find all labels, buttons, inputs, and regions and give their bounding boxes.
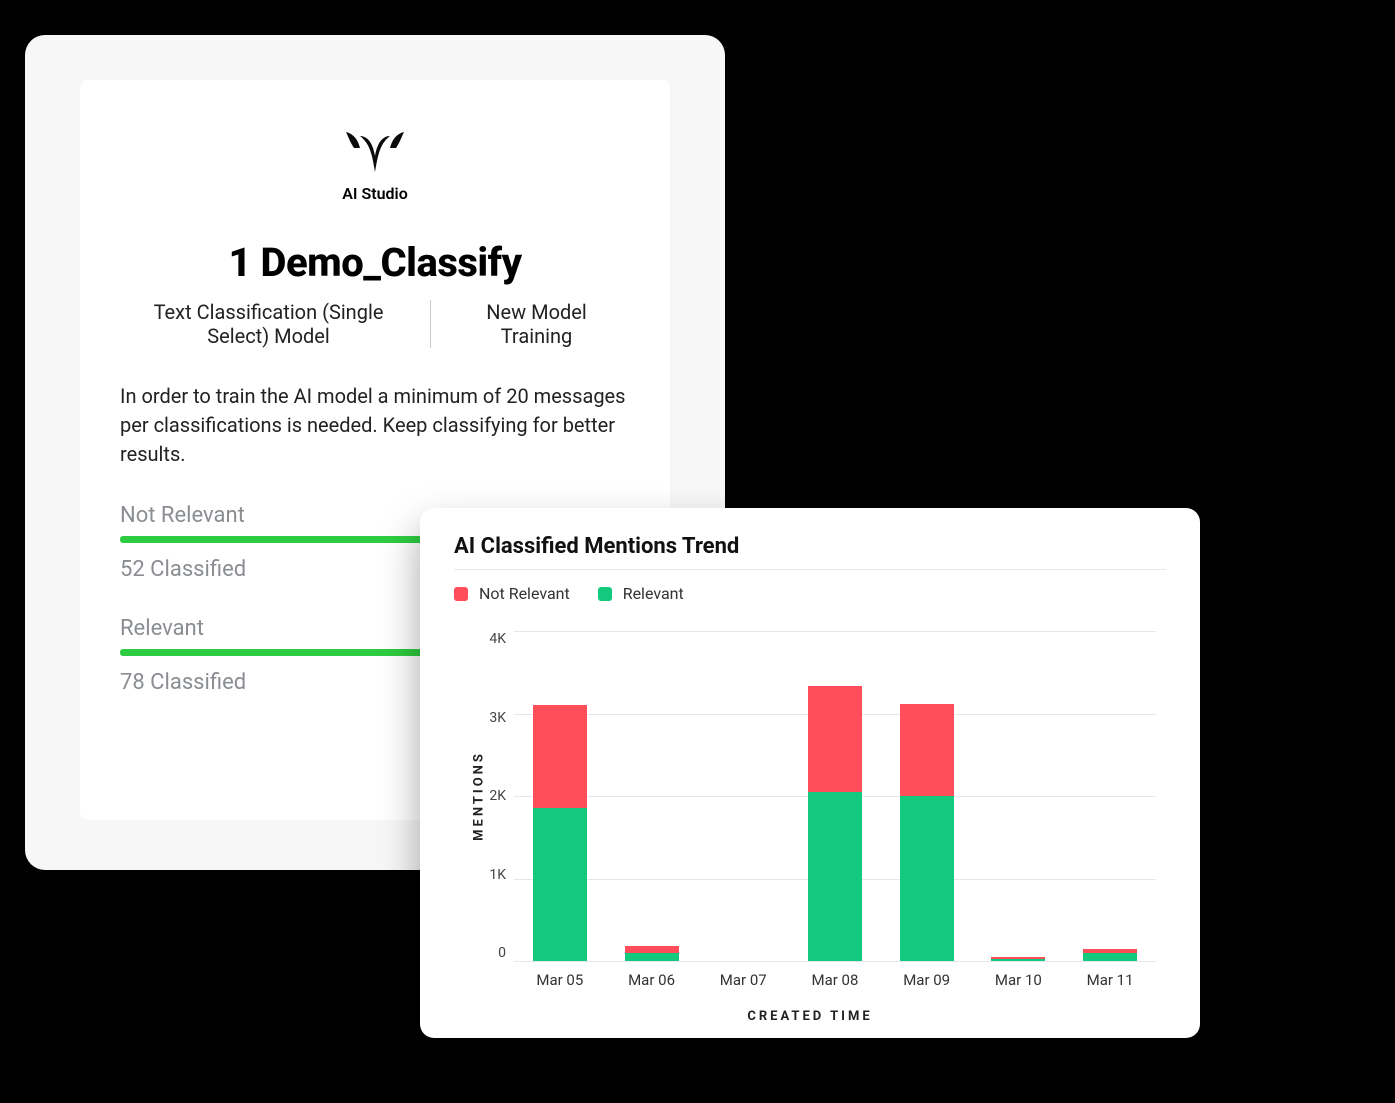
legend-swatch-icon	[454, 587, 468, 601]
model-description: In order to train the AI model a minimum…	[120, 382, 630, 469]
x-axis-ticks: Mar 05 Mar 06 Mar 07 Mar 08 Mar 09 Mar 10 Mar …	[514, 971, 1156, 989]
model-status: New Model Training	[457, 300, 617, 348]
x-axis-title: CREATED TIME	[454, 1009, 1166, 1024]
bar-segment-not-relevant	[900, 704, 954, 796]
y-tick: 3K	[466, 710, 506, 726]
mentions-trend-card: AI Classified Mentions Trend Not Relevan…	[420, 508, 1200, 1038]
chart-rule	[454, 569, 1166, 570]
bar-segment-relevant	[625, 953, 679, 961]
chart-plot: MENTIONS 4K 3K 2K 1K 0	[514, 631, 1156, 961]
bar-segment-relevant	[808, 792, 862, 961]
x-tick: Mar 10	[991, 971, 1045, 989]
y-tick: 1K	[466, 867, 506, 883]
y-axis-ticks: 4K 3K 2K 1K 0	[466, 631, 506, 961]
legend-item-not-relevant: Not Relevant	[454, 584, 570, 603]
bar-segment-relevant	[1083, 953, 1137, 961]
legend-label: Not Relevant	[479, 584, 570, 603]
model-meta-row: Text Classification (Single Select) Mode…	[120, 300, 630, 348]
bar-segment-not-relevant	[533, 705, 587, 808]
bar	[533, 631, 587, 961]
bar-segment-relevant	[900, 796, 954, 961]
model-type: Text Classification (Single Select) Mode…	[134, 300, 404, 348]
bar-segment-relevant	[991, 959, 1045, 961]
bars-area	[514, 631, 1156, 961]
y-tick: 2K	[466, 788, 506, 804]
studio-label: AI Studio	[120, 184, 630, 203]
bar-segment-not-relevant	[808, 686, 862, 792]
x-tick: Mar 05	[533, 971, 587, 989]
bar	[808, 631, 862, 961]
model-title: 1 Demo_Classify	[120, 239, 630, 286]
logo-block: AI Studio	[120, 130, 630, 203]
bar	[716, 631, 770, 961]
chart-legend: Not Relevant Relevant	[454, 584, 1166, 603]
legend-item-relevant: Relevant	[598, 584, 684, 603]
chart-title: AI Classified Mentions Trend	[454, 534, 1166, 559]
x-tick: Mar 09	[900, 971, 954, 989]
bar	[1083, 631, 1137, 961]
x-tick: Mar 11	[1083, 971, 1137, 989]
legend-label: Relevant	[623, 584, 684, 603]
y-tick: 4K	[466, 631, 506, 647]
x-tick: Mar 08	[808, 971, 862, 989]
x-tick: Mar 06	[625, 971, 679, 989]
sprinklr-logo-icon	[346, 130, 404, 176]
meta-divider	[430, 300, 431, 348]
x-tick: Mar 07	[716, 971, 770, 989]
bar	[625, 631, 679, 961]
legend-swatch-icon	[598, 587, 612, 601]
bar-segment-not-relevant	[625, 946, 679, 953]
y-tick: 0	[466, 945, 506, 961]
bar	[900, 631, 954, 961]
bar-segment-relevant	[533, 808, 587, 961]
bar	[991, 631, 1045, 961]
